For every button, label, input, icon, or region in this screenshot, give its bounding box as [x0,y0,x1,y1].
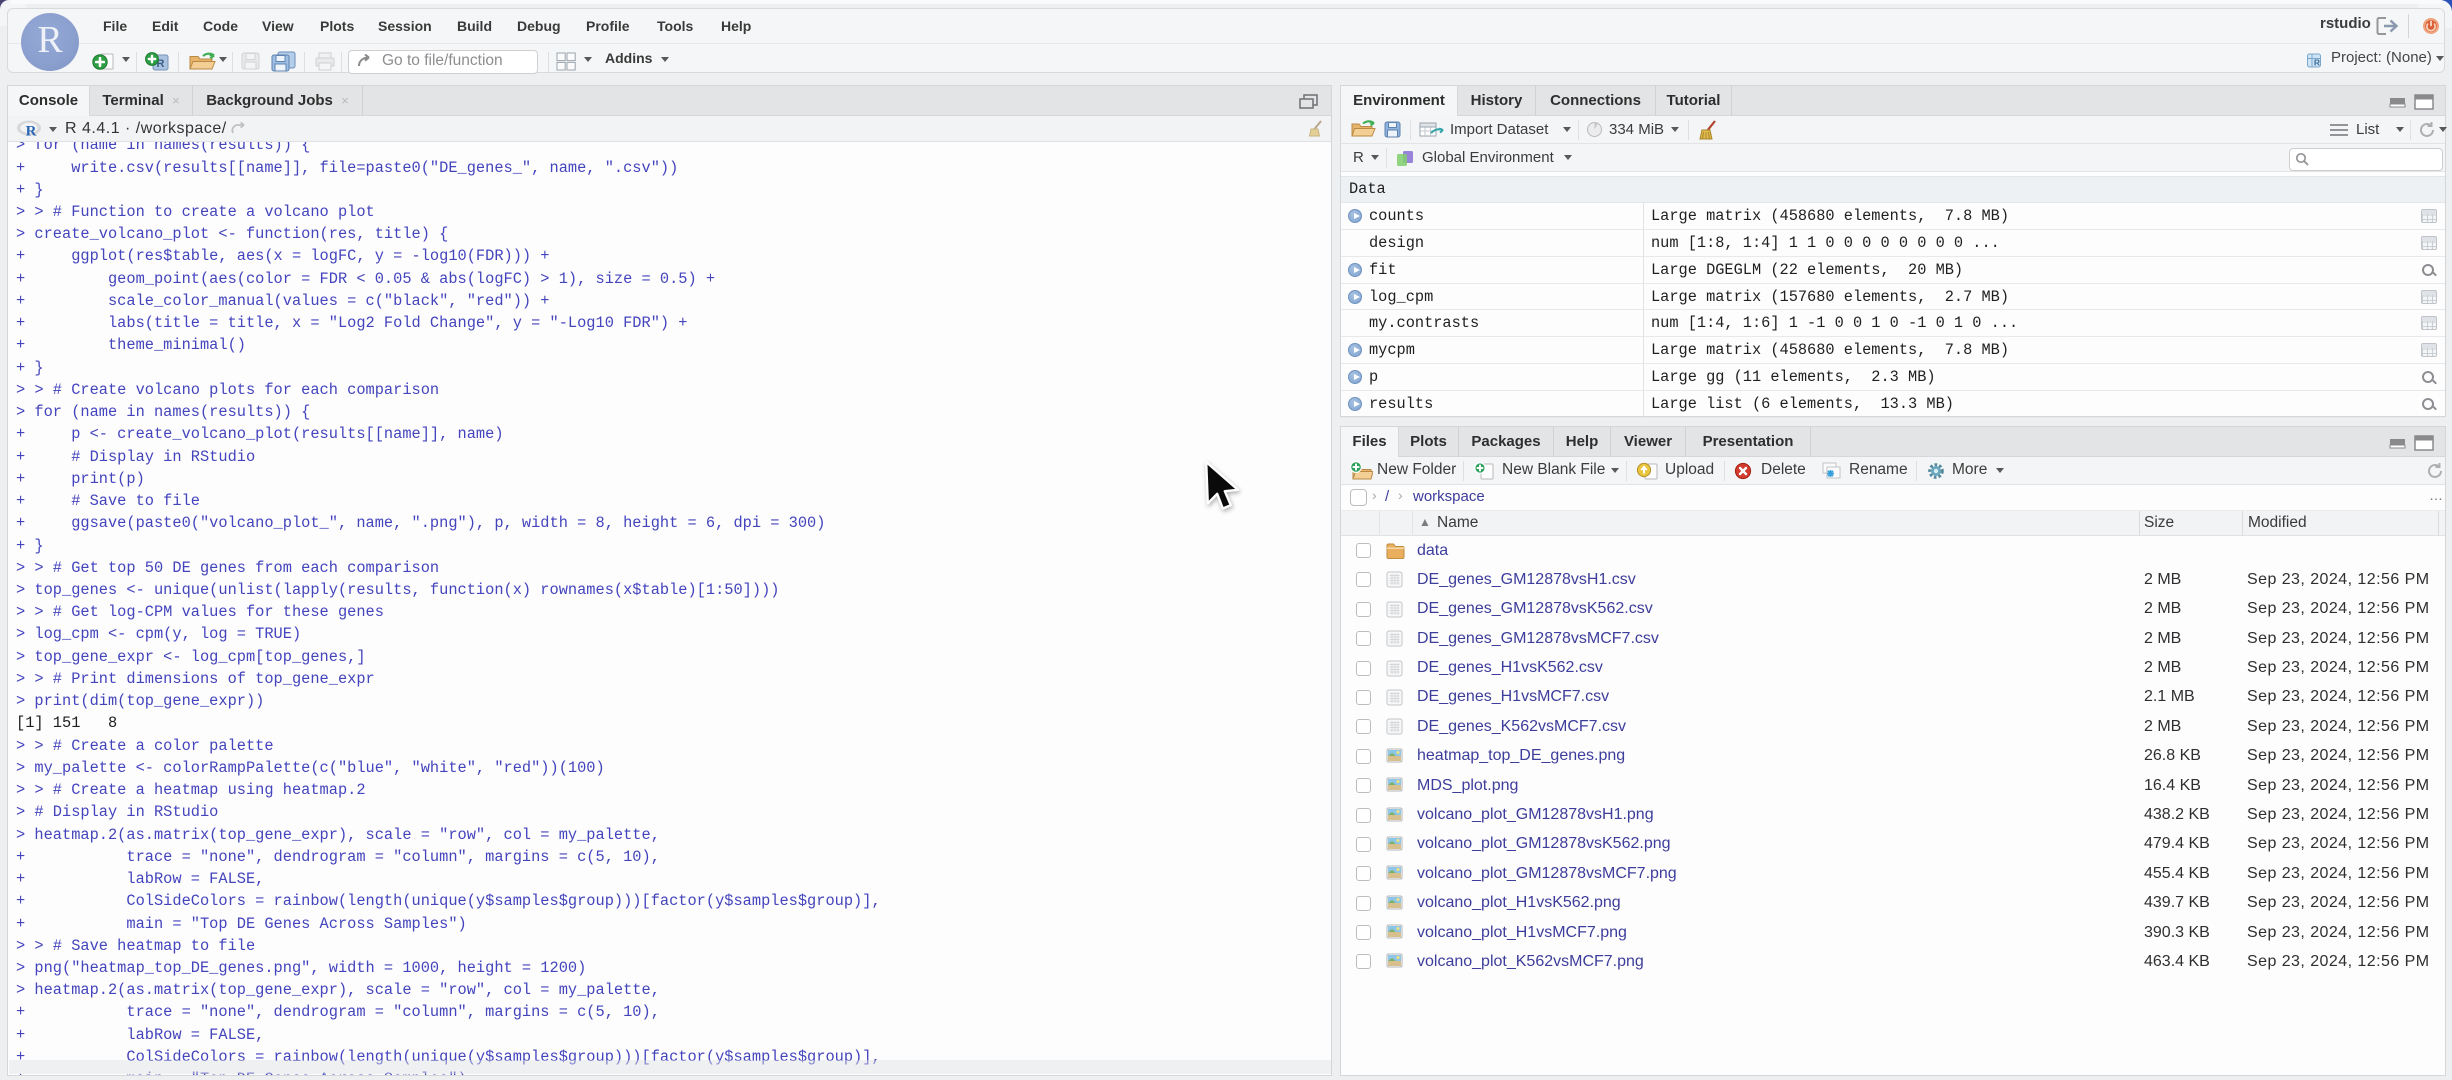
svg-text:R: R [2314,58,2320,68]
svg-text:R: R [26,124,37,139]
